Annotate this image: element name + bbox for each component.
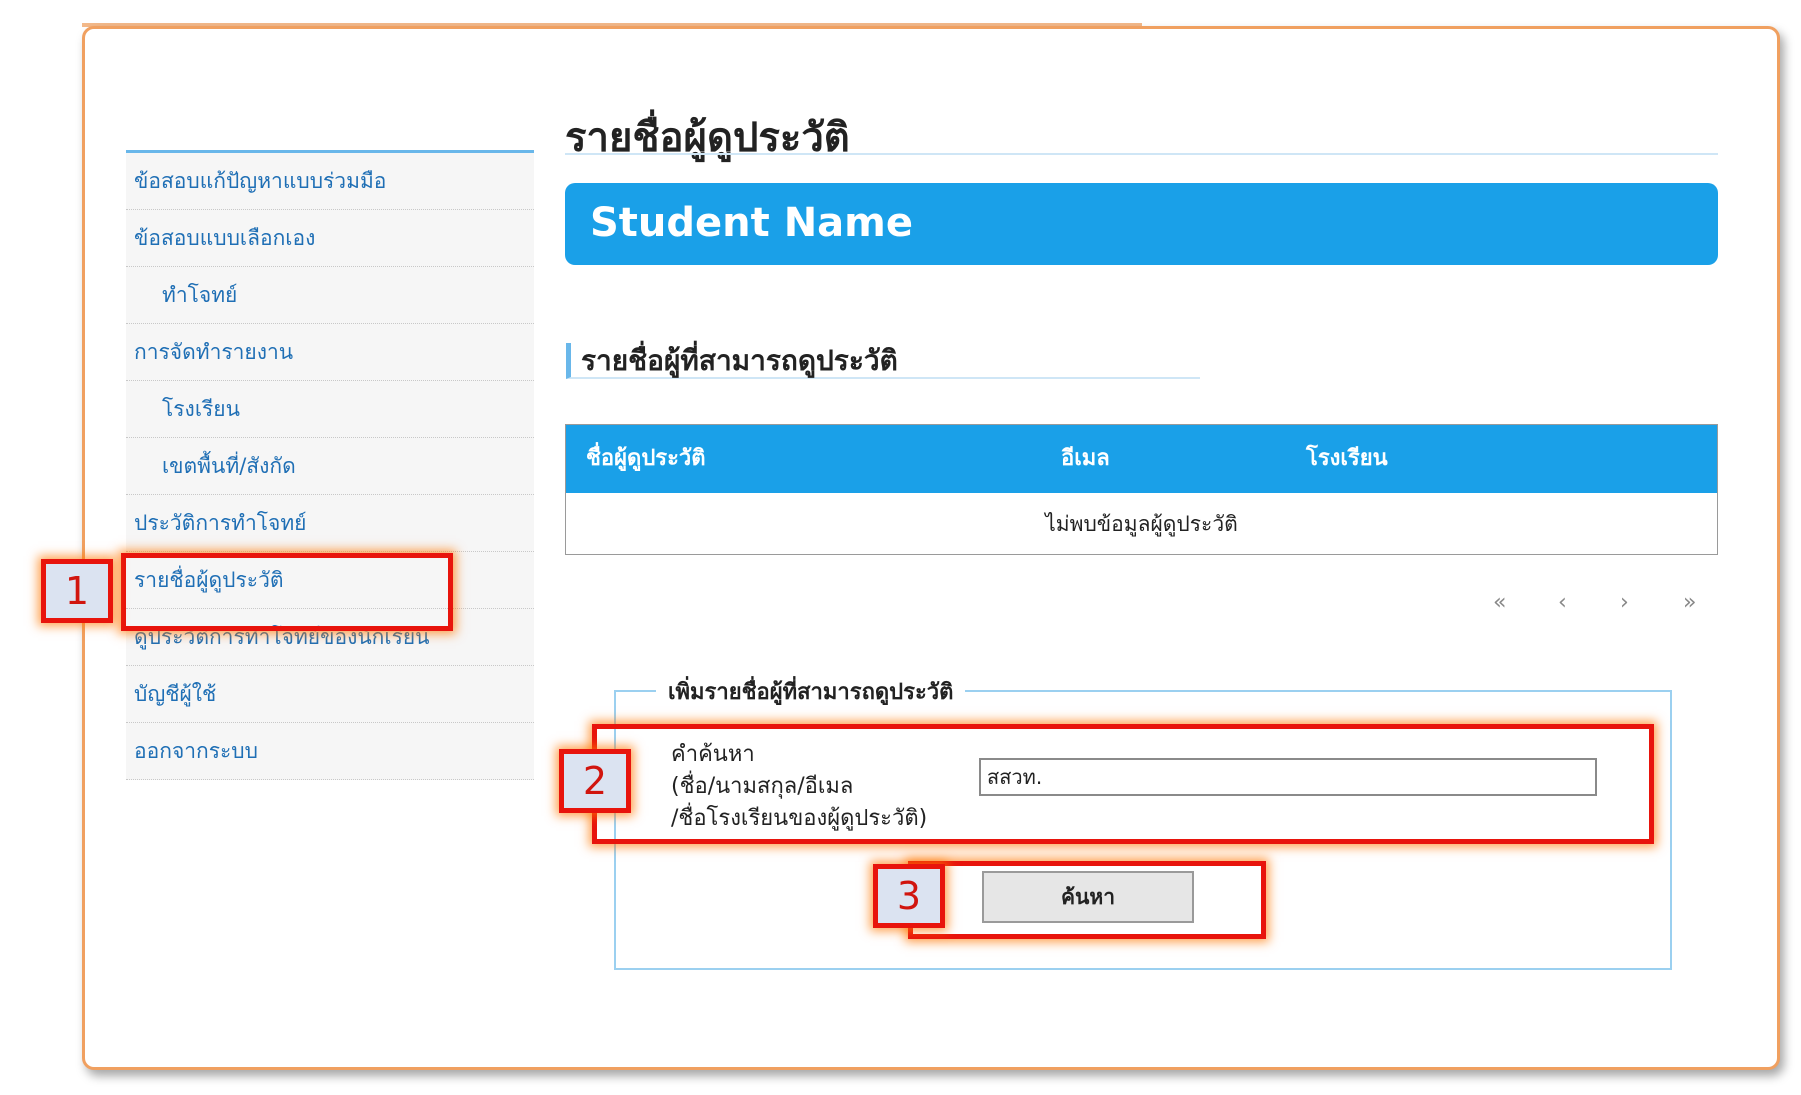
callout-3-number: 3 (873, 864, 945, 928)
next-page-button[interactable]: › (1620, 590, 1629, 615)
previous-page-button[interactable]: ‹ (1558, 590, 1567, 615)
column-header-school[interactable]: โรงเรียน (1306, 425, 1388, 493)
callout-3-highlight (908, 861, 1266, 939)
title-divider (565, 153, 1718, 155)
callout-1-highlight (121, 553, 453, 631)
column-header-viewer-name[interactable]: ชื่อผู้ดูประวัติ (586, 425, 706, 493)
sidebar-item-district[interactable]: เขตพื้นที่/สังกัด (126, 438, 534, 495)
section-title: รายชื่อผู้ที่สามารถดูประวัติ (566, 343, 1200, 379)
sidebar-item-account[interactable]: บัญชีผู้ใช้ (126, 666, 534, 723)
sidebar-item-collaborative-exam[interactable]: ข้อสอบแก้ปัญหาแบบร่วมมือ (126, 153, 534, 210)
sidebar-item-do-exercise[interactable]: ทำโจทย์ (126, 267, 534, 324)
sidebar-menu: ข้อสอบแก้ปัญหาแบบร่วมมือ ข้อสอบแบบเลือกเ… (126, 150, 534, 780)
table-empty-message: ไม่พบข้อมูลผู้ดูประวัติ (1045, 512, 1238, 536)
student-name-banner: Student Name (565, 183, 1718, 265)
sidebar-item-school[interactable]: โรงเรียน (126, 381, 534, 438)
viewers-table: ชื่อผู้ดูประวัติ อีเมล โรงเรียน ไม่พบข้อ… (565, 424, 1718, 555)
sidebar-item-exercise-history[interactable]: ประวัติการทำโจทย์ (126, 495, 534, 552)
table-header: ชื่อผู้ดูประวัติ อีเมล โรงเรียน (566, 425, 1717, 493)
column-header-email[interactable]: อีเมล (1061, 425, 1110, 493)
callout-1-number: 1 (41, 559, 113, 623)
form-legend: เพิ่มรายชื่อผู้ที่สามารถดูประวัติ (656, 674, 966, 709)
last-page-button[interactable]: » (1683, 590, 1696, 615)
sidebar-item-self-select-exam[interactable]: ข้อสอบแบบเลือกเอง (126, 210, 534, 267)
callout-2-highlight (592, 724, 1654, 844)
sidebar-item-logout[interactable]: ออกจากระบบ (126, 723, 534, 780)
page-title: รายชื่อผู้ดูประวัติ (565, 115, 850, 161)
callout-2-number: 2 (559, 749, 631, 813)
first-page-button[interactable]: « (1493, 590, 1506, 615)
sidebar-item-reports[interactable]: การจัดทำรายงาน (126, 324, 534, 381)
banner-text: Student Name (590, 200, 913, 246)
